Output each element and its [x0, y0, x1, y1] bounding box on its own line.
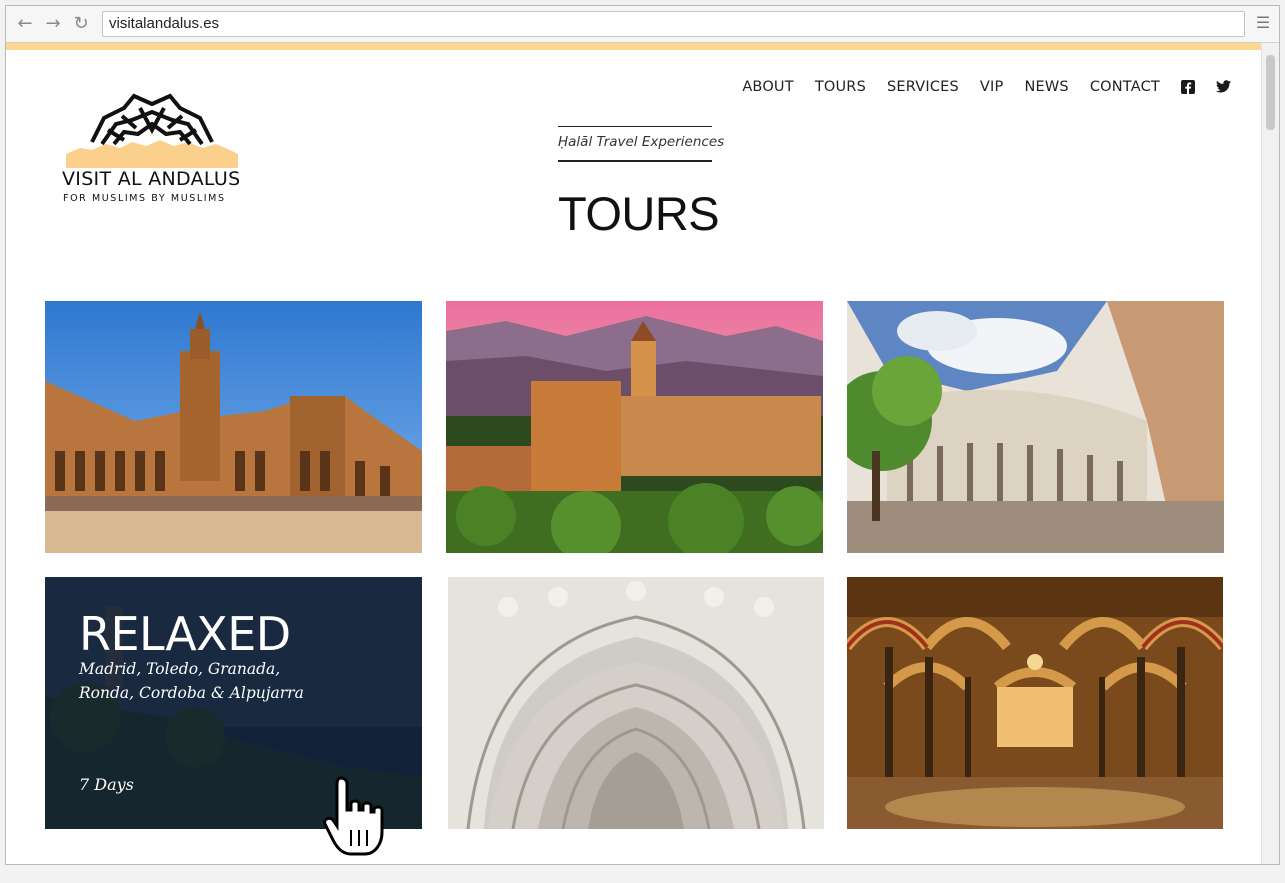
- tour-destinations: Madrid, Toledo, Granada, Ronda, Cordoba …: [79, 660, 304, 702]
- forward-arrow-icon[interactable]: →: [42, 13, 64, 35]
- browser-window: ← → ↻ visitalandalus.es ☰ VISIT AL ANDAL…: [5, 5, 1280, 865]
- photo-alhambra: [446, 301, 823, 553]
- nav-item-tours[interactable]: TOURS: [815, 79, 866, 95]
- brand-name: VISIT AL ANDALUS: [62, 168, 241, 190]
- main-nav: ABOUT TOURS SERVICES VIP NEWS CONTACT: [742, 79, 1231, 95]
- address-bar[interactable]: visitalandalus.es: [102, 11, 1245, 37]
- tour-photo-carved-arch[interactable]: [448, 577, 824, 829]
- photo-plaza-espana: [45, 301, 422, 553]
- nav-item-vip[interactable]: VIP: [980, 79, 1004, 95]
- header-tagline: Ḥalāl Travel Experiences: [558, 126, 724, 162]
- page-title: TOURS: [558, 187, 720, 240]
- tour-photo-mezquita[interactable]: [847, 577, 1223, 829]
- accent-bar: [6, 43, 1262, 50]
- site-logo[interactable]: VISIT AL ANDALUS FOR MUSLIMS BY MUSLIMS: [62, 90, 242, 210]
- nav-item-services[interactable]: SERVICES: [887, 79, 959, 95]
- photo-mezquita: [847, 577, 1223, 829]
- tour-photo-plaza-espana[interactable]: [45, 301, 422, 553]
- reload-icon[interactable]: ↻: [70, 13, 92, 35]
- photo-carved-arch: [448, 577, 824, 829]
- twitter-icon[interactable]: [1216, 80, 1231, 94]
- logo-emblem-icon: [66, 93, 238, 168]
- tour-duration: 7 Days: [79, 775, 134, 794]
- tour-photo-arcade-plaza[interactable]: [847, 301, 1224, 553]
- nav-item-about[interactable]: ABOUT: [742, 79, 794, 95]
- scrollbar[interactable]: [1261, 43, 1279, 864]
- hand-pointer-cursor-icon: [323, 776, 384, 856]
- browser-toolbar: ← → ↻ visitalandalus.es ☰: [6, 6, 1279, 43]
- photo-arcade-plaza: [847, 301, 1224, 553]
- tour-photo-alhambra[interactable]: [446, 301, 823, 553]
- tour-name: RELAXED: [79, 607, 291, 661]
- page-viewport: VISIT AL ANDALUS FOR MUSLIMS BY MUSLIMS …: [6, 50, 1262, 864]
- facebook-icon[interactable]: [1181, 80, 1195, 94]
- brand-tagline: FOR MUSLIMS BY MUSLIMS: [63, 193, 226, 204]
- nav-item-news[interactable]: NEWS: [1024, 79, 1068, 95]
- nav-item-contact[interactable]: CONTACT: [1090, 79, 1160, 95]
- hamburger-menu-icon[interactable]: ☰: [1255, 13, 1271, 35]
- back-arrow-icon[interactable]: ←: [14, 13, 36, 35]
- scrollbar-thumb[interactable]: [1266, 55, 1275, 130]
